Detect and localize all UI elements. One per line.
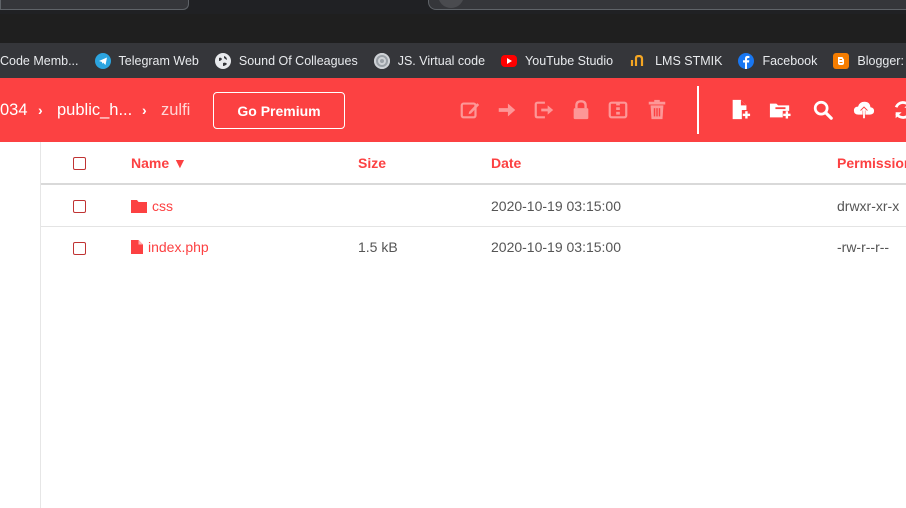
breadcrumb-separator: ›	[38, 102, 43, 118]
lms-icon	[629, 53, 647, 69]
file-name-cell[interactable]: index.php	[131, 226, 209, 268]
copy-icon[interactable]	[531, 97, 557, 123]
bookmark-sound-of-colleagues[interactable]: Sound Of Colleagues	[214, 43, 374, 78]
telegram-icon	[94, 52, 111, 69]
breadcrumb-item-current: zulfi	[161, 100, 191, 119]
browser-tab-strip	[0, 0, 906, 14]
lock-icon[interactable]	[568, 97, 594, 123]
bookmark-js-virtual-code[interactable]: JS. Virtual code	[373, 43, 501, 78]
bookmark-label: Facebook	[762, 53, 818, 68]
blogger-icon	[833, 52, 850, 69]
upload-icon[interactable]	[851, 97, 877, 123]
bookmark-label: Sound Of Colleagues	[238, 53, 358, 68]
file-date: 2020-10-19 03:15:00	[491, 239, 621, 255]
address-bar[interactable]	[428, 0, 906, 10]
breadcrumb-item-root[interactable]: 034	[0, 78, 28, 142]
file-icon	[131, 240, 143, 254]
file-name: index.php	[148, 239, 209, 255]
file-size: 1.5 kB	[358, 239, 398, 255]
bookmark-telegram-web[interactable]: Telegram Web	[94, 43, 215, 78]
delete-icon[interactable]	[644, 97, 670, 123]
row-checkbox[interactable]	[73, 242, 86, 255]
file-permissions[interactable]: drwxr-xr-x	[837, 185, 899, 227]
column-header-date[interactable]: Date	[491, 142, 521, 184]
bookmark-label: YouTube Studio	[525, 53, 614, 68]
archive-icon[interactable]	[605, 97, 631, 123]
move-icon[interactable]	[494, 97, 520, 123]
youtube-icon	[501, 54, 518, 67]
bookmarks-bar: Code Memb... Telegram Web Sound Of Colle…	[0, 43, 906, 78]
file-name-cell[interactable]: css	[131, 185, 173, 227]
browser-toolbar-gap	[0, 14, 906, 43]
bookmark-label: JS. Virtual code	[397, 53, 486, 68]
refresh-icon[interactable]	[890, 97, 906, 123]
go-premium-button[interactable]: Go Premium	[213, 92, 345, 129]
bookmark-label: LMS STMIK	[655, 53, 723, 68]
bookmark-blogger[interactable]: Blogger: Posting	[833, 43, 906, 78]
edit-icon[interactable]	[457, 97, 483, 123]
globe-icon	[214, 52, 231, 69]
breadcrumb-item-public-html[interactable]: public_h...	[57, 78, 132, 142]
bookmark-code-member[interactable]: Code Memb...	[0, 43, 95, 78]
bookmark-label: Code Memb...	[0, 53, 79, 68]
file-permissions[interactable]: -rw-r--r--	[837, 226, 889, 268]
browser-tab[interactable]	[0, 0, 189, 10]
row-checkbox[interactable]	[73, 200, 86, 213]
folder-icon	[131, 200, 147, 213]
bookmark-lms-stmik[interactable]: LMS STMIK	[629, 43, 738, 78]
file-name: css	[152, 198, 173, 214]
bookmark-facebook[interactable]: Facebook	[738, 43, 833, 78]
search-icon[interactable]	[810, 97, 836, 123]
column-header-name[interactable]: Name ▼	[131, 142, 187, 184]
new-folder-icon[interactable]	[767, 97, 793, 123]
file-date: 2020-10-19 03:15:00	[491, 198, 621, 214]
sidebar-border	[40, 142, 41, 508]
toolbar-divider	[697, 86, 699, 134]
file-manager-header: 034 › public_h... › zulfi Go Premium	[0, 78, 906, 142]
column-header-permissions[interactable]: Permission	[837, 142, 906, 184]
facebook-icon	[738, 52, 755, 69]
bookmark-label: Telegram Web	[118, 53, 199, 68]
select-all-checkbox[interactable]	[73, 157, 86, 170]
bookmark-youtube-studio[interactable]: YouTube Studio	[501, 43, 629, 78]
bookmark-label: Blogger: Posting	[857, 53, 906, 68]
js-virtual-icon	[373, 52, 390, 69]
new-file-icon[interactable]	[727, 97, 753, 123]
breadcrumb-separator: ›	[142, 102, 147, 118]
column-header-size[interactable]: Size	[358, 142, 386, 184]
